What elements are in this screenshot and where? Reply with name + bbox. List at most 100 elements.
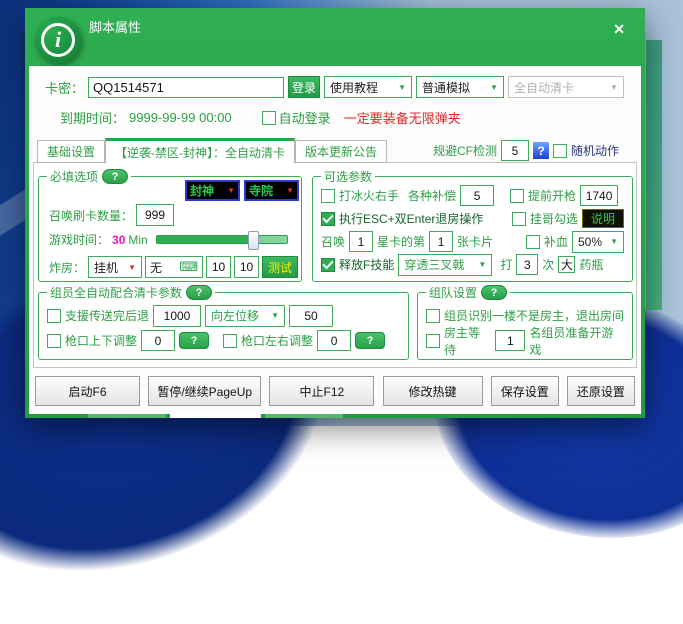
cf-help-button[interactable]: ? bbox=[533, 142, 549, 159]
leave-room-label: 组员识别一楼不是房主，退出房间 bbox=[444, 309, 625, 323]
f-skill-label: 释放F技能 bbox=[339, 258, 395, 272]
heal-percent-dropdown[interactable]: 50% ▼ bbox=[572, 230, 624, 253]
muzzle-vertical-input[interactable] bbox=[141, 330, 176, 351]
star-card-label: 星卡的第 bbox=[377, 235, 426, 249]
modify-hotkeys-button[interactable]: 修改热键 bbox=[382, 376, 483, 406]
optional-row-1: 打冰火右手 各种补偿 提前开枪 bbox=[321, 184, 624, 207]
card-count-label: 召唤刷卡数量： bbox=[49, 208, 134, 223]
restore-settings-button[interactable]: 还原设置 bbox=[566, 376, 635, 406]
bomb-room-row: 炸房： 挂机 ▼ 无 ⌨ 测试 bbox=[49, 256, 299, 278]
potion-label: 药瓶 bbox=[579, 258, 604, 272]
temple-dropdown[interactable]: 寺院 ▼ bbox=[244, 180, 299, 201]
save-settings-button[interactable]: 保存设置 bbox=[490, 376, 559, 406]
cf-detection-input[interactable] bbox=[501, 140, 529, 161]
summon-map-dropdown[interactable]: 封神 ▼ bbox=[185, 180, 240, 201]
chevron-down-icon: ▼ bbox=[398, 82, 407, 92]
hit-count-input[interactable] bbox=[516, 254, 539, 275]
auto-login-checkbox[interactable] bbox=[261, 110, 276, 125]
optional-params-rows: 打冰火右手 各种补偿 提前开枪 执行ESC+双Enter退房操作 挂哥勾选 说明… bbox=[313, 177, 632, 281]
muzzle-horizontal-checkbox[interactable] bbox=[223, 333, 238, 348]
f-skill-dropdown[interactable]: 穿透三叉戟 ▼ bbox=[398, 253, 493, 276]
chevron-down-icon: ▼ bbox=[478, 260, 487, 269]
close-icon[interactable]: ✕ bbox=[613, 21, 625, 38]
hang-bro-label: 挂哥勾选 bbox=[529, 212, 578, 226]
card-suffix-label: 张卡片 bbox=[457, 235, 494, 249]
abort-button[interactable]: 中止F12 bbox=[269, 376, 375, 406]
required-options-group: 必填选项 ? 封神 ▼ 寺院 ▼ 召唤刷卡数量： 游戏时间： 30 Min bbox=[38, 168, 302, 282]
muzzle-vertical-label: 枪口上下调整 bbox=[65, 334, 138, 348]
test-button[interactable]: 测试 bbox=[262, 256, 299, 278]
bomb-mode-value: 挂机 bbox=[94, 260, 119, 275]
f-skill-checkbox[interactable] bbox=[321, 257, 335, 272]
host-wait-suffix: 名组员准备开游戏 bbox=[529, 325, 614, 357]
tab-version-announcement[interactable]: 版本更新公告 bbox=[295, 140, 388, 163]
footer-buttons: 启动F6 暂停/继续PageUp 中止F12 修改热键 保存设置 还原设置 bbox=[35, 376, 635, 406]
shift-input[interactable] bbox=[289, 304, 334, 327]
tab-base-config[interactable]: 基础设置 bbox=[37, 140, 106, 163]
login-row: 卡密： 登录 使用教程 ▼ 普通模拟 ▼ 全自动清卡 ▼ bbox=[45, 76, 625, 98]
card-key-input[interactable] bbox=[88, 76, 285, 98]
chevron-down-icon: ▼ bbox=[286, 186, 294, 195]
start-button[interactable]: 启动F6 bbox=[35, 376, 140, 406]
card-index-input[interactable] bbox=[429, 231, 454, 252]
support-label: 支援传送完后退 bbox=[65, 309, 150, 323]
required-help-button[interactable]: ? bbox=[102, 169, 129, 184]
tab-auto-clear-card[interactable]: 【逆袭-禁区-封神】：全自动清卡 bbox=[105, 138, 296, 164]
tutorial-dropdown-value: 使用教程 bbox=[330, 80, 379, 95]
esc-enter-checkbox[interactable] bbox=[321, 211, 335, 226]
game-time-slider[interactable] bbox=[155, 231, 288, 250]
shift-direction-dropdown[interactable]: 向左位移 ▼ bbox=[205, 304, 286, 327]
game-time-row: 游戏时间： 30 Min bbox=[49, 231, 288, 250]
random-action-checkbox[interactable] bbox=[553, 143, 567, 158]
f-skill-value: 穿透三叉戟 bbox=[404, 258, 465, 272]
shift-direction-value: 向左位移 bbox=[211, 309, 260, 323]
big-potion-box[interactable]: 大 bbox=[558, 256, 576, 273]
tutorial-dropdown[interactable]: 使用教程 ▼ bbox=[324, 76, 413, 98]
pre-fire-input[interactable] bbox=[580, 185, 619, 206]
expire-label: 到期时间： bbox=[60, 111, 126, 126]
leave-room-checkbox[interactable] bbox=[426, 308, 440, 323]
bomb-num1-input[interactable] bbox=[206, 256, 232, 278]
muzzle-vertical-help-button[interactable]: ? bbox=[179, 332, 210, 349]
card-count-input[interactable] bbox=[136, 204, 175, 226]
support-input[interactable] bbox=[153, 304, 202, 327]
login-button[interactable]: 登录 bbox=[288, 76, 321, 98]
card-count-row: 召唤刷卡数量： bbox=[49, 204, 175, 226]
pre-fire-label: 提前开枪 bbox=[528, 189, 577, 203]
slider-thumb[interactable] bbox=[247, 231, 259, 250]
hang-bro-checkbox[interactable] bbox=[511, 211, 526, 226]
host-wait-input[interactable] bbox=[495, 330, 526, 351]
inner-tabstrip: 基础设置 【逆袭-禁区-封神】：全自动清卡 版本更新公告 bbox=[37, 138, 388, 164]
chevron-down-icon: ▼ bbox=[610, 82, 619, 92]
window-title: 脚本属性 bbox=[89, 20, 142, 35]
summon-star-input[interactable] bbox=[349, 231, 374, 252]
support-checkbox[interactable] bbox=[47, 308, 61, 323]
muzzle-vertical-checkbox[interactable] bbox=[47, 333, 61, 348]
mode-dropdown[interactable]: 普通模拟 ▼ bbox=[416, 76, 505, 98]
bomb-mode-dropdown[interactable]: 挂机 ▼ bbox=[88, 256, 143, 278]
optional-params-group: 可选参数 打冰火右手 各种补偿 提前开枪 执行ESC+双Enter退房操作 挂哥… bbox=[312, 168, 633, 282]
bomb-room-label: 炸房： bbox=[49, 260, 86, 275]
member-coop-group: 组员全自动配合清卡参数 ? 支援传送完后退 向左位移 ▼ 枪口上下调整 bbox=[38, 284, 409, 360]
info-icon-glyph: i bbox=[41, 23, 75, 57]
hit-unit-label: 次 bbox=[542, 258, 555, 272]
pre-fire-checkbox[interactable] bbox=[510, 188, 525, 203]
card-key-label: 卡密： bbox=[45, 80, 85, 96]
auto-login-label: 自动登录 bbox=[278, 111, 331, 126]
heal-checkbox[interactable] bbox=[525, 234, 540, 249]
muzzle-horizontal-input[interactable] bbox=[317, 330, 352, 351]
bomb-hotkey-input[interactable]: 无 ⌨ bbox=[145, 256, 204, 278]
game-time-unit: Min bbox=[128, 232, 148, 247]
script-properties-window: i 脚本属性 ✕ 基本设置 自定义界面 使用说明 卡密： 登录 使用教程 ▼ 普… bbox=[25, 8, 645, 418]
pause-resume-button[interactable]: 暂停/继续PageUp bbox=[148, 376, 262, 406]
muzzle-horizontal-help-button[interactable]: ? bbox=[355, 332, 386, 349]
member-row-1: 支援传送完后退 向左位移 ▼ bbox=[47, 303, 400, 328]
member-row-2: 枪口上下调整 ? 枪口左右调整 ? bbox=[47, 328, 400, 353]
ice-fire-checkbox[interactable] bbox=[321, 188, 335, 203]
ice-fire-label: 打冰火右手 bbox=[339, 189, 400, 203]
bomb-num2-input[interactable] bbox=[234, 256, 260, 278]
explain-button[interactable]: 说明 bbox=[582, 209, 624, 228]
compensation-input[interactable] bbox=[460, 185, 495, 206]
host-wait-checkbox[interactable] bbox=[426, 333, 440, 348]
random-action-label: 随机动作 bbox=[571, 144, 620, 158]
